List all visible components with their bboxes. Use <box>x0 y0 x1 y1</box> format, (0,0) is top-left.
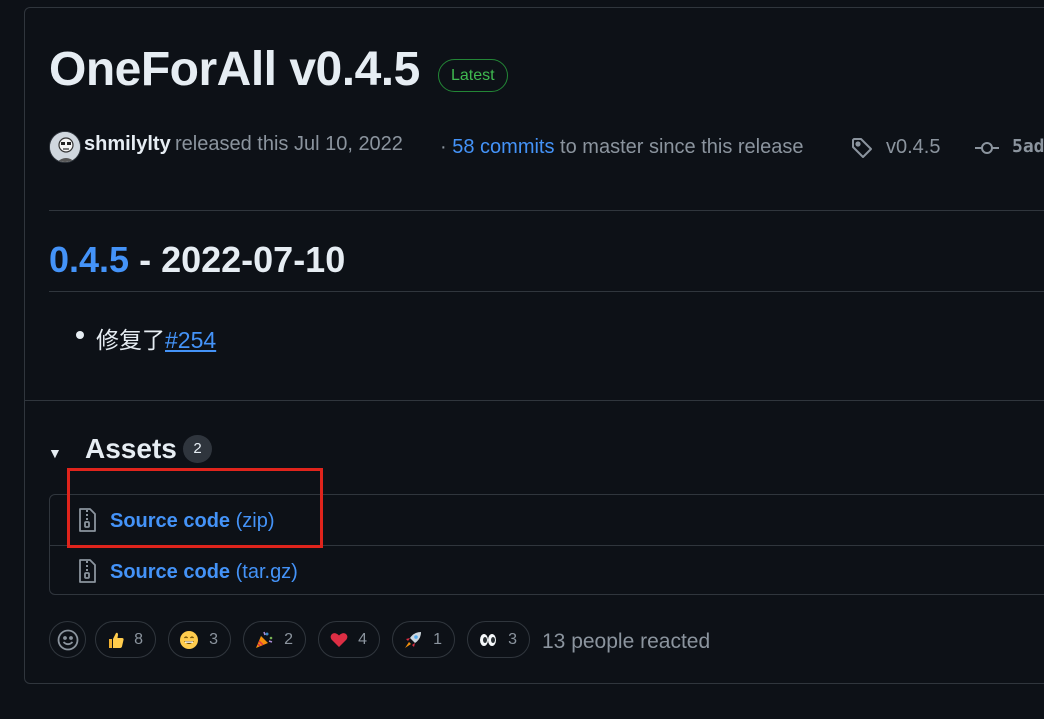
avatar[interactable] <box>49 131 81 163</box>
asset-item: Source code (zip) <box>50 495 1044 545</box>
add-reaction-button[interactable] <box>49 621 86 658</box>
asset-name: Source code <box>110 561 231 583</box>
rocket-icon <box>403 630 423 650</box>
reaction-rocket[interactable]: 1 <box>392 621 455 658</box>
issue-link[interactable]: #254 <box>165 327 216 353</box>
release-title[interactable]: OneForAll v0.4.5 <box>49 42 420 97</box>
caret-down-icon[interactable]: ▼ <box>48 445 62 461</box>
commits-suffix: to master since this release <box>560 136 804 158</box>
reaction-tada[interactable]: 2 <box>243 621 306 658</box>
commit-icon <box>975 138 999 163</box>
source-code-targz-link[interactable]: Source code (tar.gz) <box>110 561 298 584</box>
version-link[interactable]: 0.4.5 <box>49 239 129 280</box>
tada-icon <box>254 630 274 650</box>
reaction-count: 8 <box>134 631 143 648</box>
thumbs-up-icon <box>106 630 126 650</box>
commits-info: · 58 commits to master since this releas… <box>440 136 803 159</box>
reaction-smile[interactable]: 3 <box>168 621 231 658</box>
commit-sha-link[interactable]: 5ad <box>1012 136 1044 157</box>
release-note-item: 修复了#254 <box>96 321 216 355</box>
latest-badge: Latest <box>438 59 508 92</box>
reaction-summary: 13 people reacted <box>542 630 711 653</box>
reaction-heart[interactable]: 4 <box>318 621 380 658</box>
source-code-zip-link[interactable]: Source code (zip) <box>110 510 275 533</box>
assets-count-badge: 2 <box>183 435 212 463</box>
smile-icon <box>179 630 199 650</box>
eyes-icon <box>478 630 498 650</box>
reaction-count: 4 <box>358 631 367 648</box>
assets-title[interactable]: Assets <box>85 433 177 465</box>
heading-divider <box>49 291 1044 292</box>
reaction-eyes[interactable]: 3 <box>467 621 530 658</box>
list-bullet <box>76 331 84 339</box>
reaction-count: 1 <box>433 631 442 648</box>
asset-ext: (tar.gz) <box>235 561 298 583</box>
commits-link[interactable]: 58 commits <box>452 136 554 158</box>
asset-ext: (zip) <box>235 510 275 532</box>
version-date: - 2022-07-10 <box>129 239 346 280</box>
assets-list: Source code (zip) Source code (tar.gz) <box>49 494 1044 595</box>
reaction-thumbs-up[interactable]: 8 <box>95 621 156 658</box>
reaction-count: 3 <box>209 631 218 648</box>
reaction-count: 3 <box>508 631 517 648</box>
commits-separator: · <box>440 136 447 158</box>
version-heading: 0.4.5 - 2022-07-10 <box>49 239 345 281</box>
tag-link[interactable]: v0.4.5 <box>886 136 940 159</box>
file-zip-icon <box>77 508 97 537</box>
section-divider <box>24 400 1044 401</box>
reaction-count: 2 <box>284 631 293 648</box>
note-text: 修复了 <box>96 327 165 353</box>
tag-icon <box>850 136 874 165</box>
smiley-icon <box>57 629 79 656</box>
divider <box>49 210 1044 211</box>
heart-icon <box>329 630 349 650</box>
file-zip-icon <box>77 559 97 588</box>
author-link[interactable]: shmilylty <box>84 133 171 156</box>
asset-name: Source code <box>110 510 231 532</box>
asset-item: Source code (tar.gz) <box>50 545 1044 595</box>
release-date-text: released this Jul 10, 2022 <box>175 133 403 155</box>
